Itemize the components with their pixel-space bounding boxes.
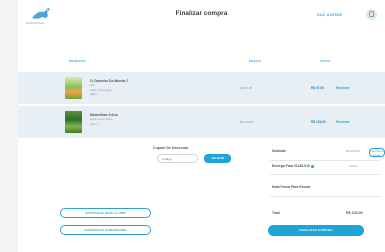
book-cover-image xyxy=(65,77,82,99)
unit-price: R$ 128,00 xyxy=(240,120,254,124)
remove-link[interactable]: Remover xyxy=(336,86,350,90)
total-value: R$ 225,00 xyxy=(346,211,363,215)
remove-link[interactable]: Remover xyxy=(336,120,350,124)
total-label: Total xyxy=(272,211,280,215)
checkout-button[interactable]: FINALIZAR COMPRA xyxy=(268,225,364,236)
product-name[interactable]: O Caminho Do Mundo 7 xyxy=(90,79,128,83)
product-detail: Autor: Lorem ipsum xyxy=(90,89,113,92)
product-detail: Qtde: 1 xyxy=(90,123,99,126)
cart-row: Maravilhas 9 Ano Autor: Lorem ipsum Qtde… xyxy=(18,106,385,138)
add-student-button[interactable]: ADICIONAR MAIS ALUNO xyxy=(60,208,151,218)
divider xyxy=(270,160,380,161)
delivery-value: Grátis xyxy=(349,164,358,168)
cart-row: O Caminho Do Mundo 7 Ano Autor: Lorem ip… xyxy=(18,72,385,104)
product-detail: Ano xyxy=(90,84,95,87)
header-product: PRODUTO xyxy=(69,59,87,63)
help-badge[interactable]: PRECISA DE AJUDA? xyxy=(369,148,385,157)
top-header: GIRAFINHA Finalizar compra OLÁ, ACESSE xyxy=(18,0,385,30)
row-total: R$ 128,00 xyxy=(311,120,326,124)
row-total: R$ 97,00 xyxy=(311,86,324,90)
header-price: PREÇO xyxy=(249,59,262,63)
info-icon[interactable] xyxy=(310,164,314,168)
coupon-label: Cupom De Desconto xyxy=(153,146,189,150)
delivery-label: Entrega Para 01136-010 xyxy=(272,164,314,168)
delivery-text: Entrega Para 01136-010 xyxy=(272,164,310,168)
header-total: TOTAL xyxy=(320,59,332,63)
subtotal-value: R$ 225,00 xyxy=(346,149,360,153)
divider xyxy=(270,174,380,175)
subtotal-label: Subtotal xyxy=(272,149,286,153)
product-detail: Qtde: 1 xyxy=(90,93,99,96)
user-icon[interactable] xyxy=(366,9,377,20)
product-detail: Autor: Lorem ipsum xyxy=(90,118,113,121)
product-name[interactable]: Maravilhas 9 Ano xyxy=(90,113,118,117)
logo-text: GIRAFINHA xyxy=(26,21,45,25)
apply-coupon-button[interactable]: APLICAR xyxy=(204,154,231,163)
invoice-label: Nota Fiscal Para Escola xyxy=(272,185,311,189)
book-cover-image xyxy=(65,111,82,133)
checkout-page: GIRAFINHA Finalizar compra OLÁ, ACESSE P… xyxy=(18,0,385,252)
table-header: PRODUTO PREÇO TOTAL xyxy=(18,55,385,67)
divider xyxy=(270,196,380,197)
login-link[interactable]: OLÁ, ACESSE xyxy=(317,13,342,17)
continue-shopping-button[interactable]: CONTINUAR COMPRANDO xyxy=(60,225,151,235)
unit-price: R$ 97,00 xyxy=(240,86,253,90)
coupon-input[interactable] xyxy=(157,154,198,163)
